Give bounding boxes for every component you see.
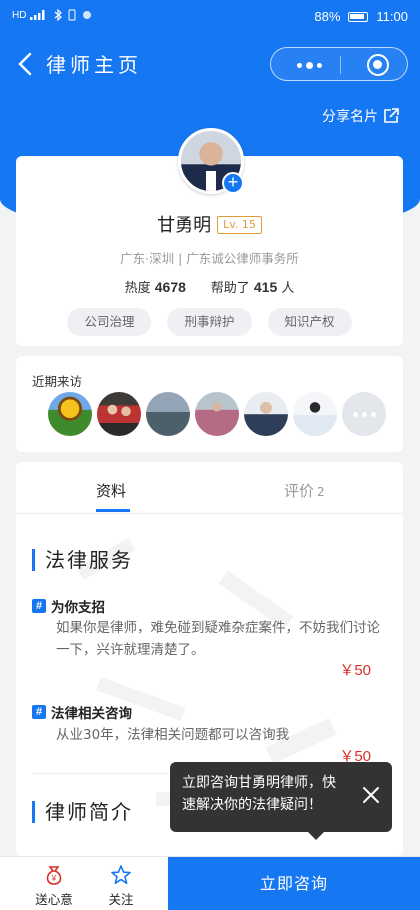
more-dots-icon[interactable]: [289, 55, 329, 75]
capsule-divider: [340, 56, 341, 74]
lawyer-stats: 热度 4678 帮助了 415 人: [16, 277, 403, 296]
share-card-label: 分享名片: [322, 109, 378, 125]
share-icon: [384, 108, 399, 123]
hash-icon: #: [32, 705, 46, 719]
status-bar: HD 88% 11:00: [0, 0, 420, 34]
bottom-action-bar: ¥ 送心意 关注 立即咨询: [0, 856, 420, 910]
vibrate-icon: [68, 9, 76, 21]
tab-reviews-count: 2: [317, 485, 325, 499]
visitor-avatars: [48, 392, 386, 436]
money-bag-icon: ¥: [46, 866, 62, 885]
visitor-avatar[interactable]: [48, 392, 92, 436]
nav-header: 律师主页: [0, 34, 420, 94]
lawyer-name-row: 甘勇明 Lv. 15: [16, 211, 403, 237]
star-icon: [111, 865, 131, 884]
page-title: 律师主页: [46, 53, 142, 77]
service-item-title[interactable]: # 法律相关咨询: [32, 702, 132, 722]
service-price: ￥50: [339, 662, 371, 679]
miniapp-capsule: [270, 47, 408, 81]
legal-services-title: 法律服务: [32, 549, 133, 571]
visitor-avatar[interactable]: [146, 392, 190, 436]
battery-percent: 88%: [314, 9, 341, 24]
close-miniapp-icon[interactable]: [367, 54, 389, 76]
visitor-avatar[interactable]: [97, 392, 141, 436]
signal-icon: [30, 10, 45, 20]
bluetooth-icon: [55, 9, 63, 21]
battery-icon: [348, 11, 369, 22]
specialty-tag[interactable]: 知识产权: [267, 308, 352, 336]
status-left: HD: [12, 9, 92, 21]
tabs-divider: [16, 513, 403, 514]
clock: 11:00: [376, 9, 408, 24]
send-gift-button[interactable]: ¥ 送心意: [20, 857, 88, 910]
follow-button[interactable]: 关注: [92, 857, 150, 910]
service-item-desc: 如果你是律师，难免碰到疑难杂症案件，不妨我们讨论一下，兴许就理清楚了。: [56, 620, 380, 658]
visitor-avatar[interactable]: [244, 392, 288, 436]
consult-now-button[interactable]: 立即咨询: [168, 857, 420, 910]
more-visitors-icon[interactable]: [342, 392, 386, 436]
lawyer-location: 广东·深圳 | 广东诚公律师事务所: [120, 251, 299, 266]
specialty-tag[interactable]: 刑事辩护: [167, 308, 252, 336]
status-right: 88% 11:00: [314, 9, 408, 24]
service-title-text: 法律相关咨询: [51, 706, 132, 722]
close-icon[interactable]: [360, 784, 382, 806]
service-item-title[interactable]: # 为你支招: [32, 596, 105, 616]
share-card-button[interactable]: 分享名片: [322, 106, 400, 126]
follow-plus-icon[interactable]: +: [222, 172, 244, 194]
visitor-avatar[interactable]: [293, 392, 337, 436]
tab-info[interactable]: 资料: [96, 480, 126, 501]
back-icon[interactable]: [14, 50, 38, 78]
heat-value: 4678: [154, 279, 186, 295]
hash-icon: #: [32, 599, 46, 613]
visitor-avatar[interactable]: [195, 392, 239, 436]
app-notify-icon: [83, 11, 92, 19]
active-tab-indicator: [96, 509, 130, 512]
service-item-desc: 从业30年，法律相关问题都可以咨询我: [56, 727, 290, 743]
service-title-text: 为你支招: [51, 600, 105, 616]
specialty-tags: 公司治理 刑事辩护 知识产权: [16, 308, 403, 336]
recent-visitors-label: 近期来访: [32, 374, 83, 389]
consult-tooltip: 立即咨询甘勇明律师，快速解决你的法律疑问！: [170, 762, 392, 840]
helped-value: 415: [253, 279, 278, 295]
heat-label: 热度: [124, 281, 151, 296]
helped-prefix: 帮助了: [210, 281, 250, 296]
lawyer-name: 甘勇明: [157, 215, 212, 236]
svg-text:¥: ¥: [51, 874, 57, 883]
helped-suffix: 人: [281, 281, 295, 296]
tab-reviews[interactable]: 评价 2: [284, 480, 325, 501]
tab-reviews-label: 评价: [284, 482, 315, 500]
lawyer-intro-title: 律师简介: [32, 801, 133, 823]
recent-visitors-card: 近期来访: [16, 356, 403, 452]
follow-label: 关注: [108, 892, 134, 907]
specialty-tag[interactable]: 公司治理: [67, 308, 152, 336]
level-badge: Lv. 15: [217, 216, 262, 234]
send-gift-label: 送心意: [35, 892, 73, 907]
hd-indicator: HD: [12, 9, 27, 21]
consult-tooltip-text: 立即咨询甘勇明律师，快速解决你的法律疑问！: [182, 775, 336, 813]
